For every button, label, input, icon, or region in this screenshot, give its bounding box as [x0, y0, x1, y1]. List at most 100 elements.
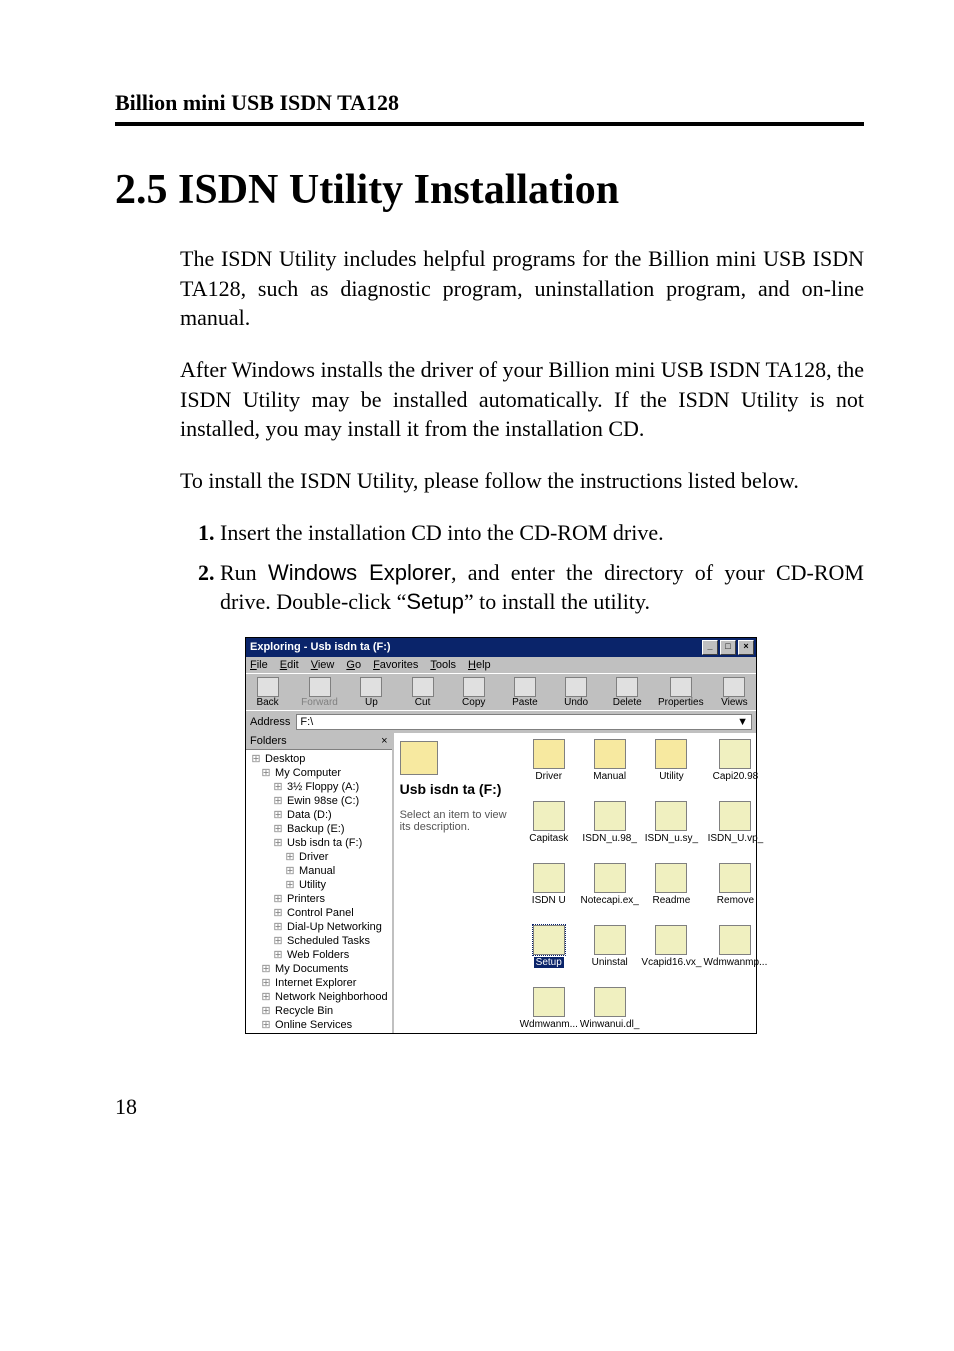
tree-expand-icon[interactable]: ⊞	[260, 1018, 272, 1032]
toolbar-label: Back	[256, 697, 278, 708]
tree-item[interactable]: ⊞ Recycle Bin	[250, 1004, 388, 1018]
tree-close-icon[interactable]: ×	[381, 735, 387, 747]
tree-item[interactable]: ⊞ Control Panel	[250, 906, 388, 920]
file-name: Vcapid16.vx_	[641, 957, 701, 968]
tree-item[interactable]: ⊞ My Documents	[250, 962, 388, 976]
file-item[interactable]: Capi20.98	[703, 739, 767, 797]
toolbar-cut-button[interactable]: Cut	[405, 677, 440, 708]
file-item[interactable]: Remove	[703, 863, 767, 921]
tree-expand-icon[interactable]: ⊞	[260, 976, 272, 990]
toolbar-delete-button[interactable]: Delete	[610, 677, 645, 708]
tree-item[interactable]: ⊞ Driver	[250, 850, 388, 864]
tree-expand-icon[interactable]: ⊞	[272, 808, 284, 822]
file-item[interactable]: Wdmwanmp...	[703, 925, 767, 983]
menu-item-tools[interactable]: Tools	[430, 659, 456, 671]
file-name: Winwanui.dl_	[580, 1019, 639, 1030]
file-item[interactable]: ISDN_U.vp_	[703, 801, 767, 859]
tree-item[interactable]: ⊞ Usb isdn ta (F:)	[250, 836, 388, 850]
file-item[interactable]: Utility	[641, 739, 701, 797]
file-item[interactable]: Wdmwanm...	[520, 987, 578, 1045]
tree-expand-icon[interactable]: ⊞	[284, 878, 296, 892]
file-item[interactable]: Readme	[641, 863, 701, 921]
tree-expand-icon[interactable]: ⊞	[272, 906, 284, 920]
tree-item[interactable]: ⊞ Scheduled Tasks	[250, 934, 388, 948]
tree-expand-icon[interactable]: ⊞	[284, 864, 296, 878]
tree-item[interactable]: ⊞ Dial-Up Networking	[250, 920, 388, 934]
explorer-window: Exploring - Usb isdn ta (F:) _ □ × File E…	[245, 637, 757, 1034]
file-item[interactable]: Notecapi.ex_	[580, 863, 639, 921]
file-item[interactable]: Manual	[580, 739, 639, 797]
tree-item[interactable]: ⊞ Ewin 98se (C:)	[250, 794, 388, 808]
file-icon	[719, 925, 751, 955]
cut-icon	[412, 677, 434, 697]
tree-item[interactable]: ⊞ Data (D:)	[250, 808, 388, 822]
menu-item-go[interactable]: Go	[346, 659, 361, 671]
toolbar-properties-button[interactable]: Properties	[661, 677, 701, 708]
paragraph-3: To install the ISDN Utility, please foll…	[180, 466, 864, 496]
tree-expand-icon[interactable]: ⊞	[272, 836, 284, 850]
tree-expand-icon[interactable]: ⊞	[272, 794, 284, 808]
tree-item[interactable]: ⊞ Manual	[250, 864, 388, 878]
file-item[interactable]: ISDN U	[520, 863, 578, 921]
tree-expand-icon[interactable]: ⊞	[272, 822, 284, 836]
toolbar-up-button[interactable]: Up	[354, 677, 389, 708]
address-input[interactable]: F:\ ▼	[296, 714, 752, 730]
file-item[interactable]: Capitask	[520, 801, 578, 859]
window-title: Exploring - Usb isdn ta (F:)	[250, 641, 700, 653]
step-2-setup: Setup	[406, 589, 464, 614]
toolbar: Back Forward Up Cut Copy Paste Undo Delete Prope…	[246, 673, 756, 710]
file-name: Wdmwanmp...	[703, 957, 767, 968]
close-button[interactable]: ×	[738, 640, 754, 655]
tree-item[interactable]: ⊞ My Computer	[250, 766, 388, 780]
maximize-button[interactable]: □	[720, 640, 736, 655]
address-dropdown-icon[interactable]: ▼	[737, 716, 748, 728]
tree-expand-icon[interactable]: ⊞	[272, 948, 284, 962]
tree-expand-icon[interactable]: ⊞	[272, 892, 284, 906]
tree-expand-icon[interactable]: ⊞	[272, 920, 284, 934]
tree-item[interactable]: ⊞ Printers	[250, 892, 388, 906]
tree-expand-icon[interactable]: ⊞	[260, 766, 272, 780]
tree-expand-icon[interactable]: ⊞	[260, 1004, 272, 1018]
menu-item-file[interactable]: File	[250, 659, 268, 671]
tree-item[interactable]: ⊞ Backup (E:)	[250, 822, 388, 836]
menu-item-help[interactable]: Help	[468, 659, 491, 671]
file-item[interactable]: Uninstal	[580, 925, 639, 983]
file-item[interactable]: Driver	[520, 739, 578, 797]
file-item[interactable]: ISDN_u.98_	[580, 801, 639, 859]
toolbar-undo-button[interactable]: Undo	[558, 677, 593, 708]
forward-icon	[309, 677, 331, 697]
menu-item-view[interactable]: View	[311, 659, 335, 671]
tree-expand-icon[interactable]: ⊞	[272, 934, 284, 948]
tree-item[interactable]: ⊞ Utility	[250, 878, 388, 892]
menu-item-edit[interactable]: Edit	[280, 659, 299, 671]
tree-item[interactable]: ⊞ Web Folders	[250, 948, 388, 962]
file-item[interactable]: Winwanui.dl_	[580, 987, 639, 1045]
toolbar-label: Cut	[415, 697, 431, 708]
tree-expand-icon[interactable]: ⊞	[284, 850, 296, 864]
tree-item[interactable]: ⊞ Internet Explorer	[250, 976, 388, 990]
tree-item[interactable]: ⊞ 3½ Floppy (A:)	[250, 780, 388, 794]
file-item-setup[interactable]: Setup	[520, 925, 578, 983]
selection-hint: Select an item to view its description.	[400, 809, 510, 833]
file-item[interactable]: ISDN_u.sy_	[641, 801, 701, 859]
tree-expand-icon[interactable]: ⊞	[260, 990, 272, 1004]
menu-item-favorites[interactable]: Favorites	[373, 659, 418, 671]
toolbar-copy-button[interactable]: Copy	[456, 677, 491, 708]
file-item[interactable]: Vcapid16.vx_	[641, 925, 701, 983]
tree-item[interactable]: ⊞ Desktop	[250, 752, 388, 766]
tree-item[interactable]: ⊞ Online Services	[250, 1018, 388, 1032]
toolbar-paste-button[interactable]: Paste	[507, 677, 542, 708]
window-titlebar[interactable]: Exploring - Usb isdn ta (F:) _ □ ×	[246, 638, 756, 657]
page-number: 18	[115, 1094, 864, 1120]
file-name: Utility	[659, 771, 683, 782]
back-icon	[257, 677, 279, 697]
tree-expand-icon[interactable]: ⊞	[260, 962, 272, 976]
file-name: ISDN_u.sy_	[645, 833, 698, 844]
toolbar-views-button[interactable]: Views	[717, 677, 752, 708]
minimize-button[interactable]: _	[702, 640, 718, 655]
toolbar-forward-button: Forward	[301, 677, 338, 708]
toolbar-back-button[interactable]: Back	[250, 677, 285, 708]
tree-expand-icon[interactable]: ⊞	[250, 752, 262, 766]
tree-expand-icon[interactable]: ⊞	[272, 780, 284, 794]
tree-item[interactable]: ⊞ Network Neighborhood	[250, 990, 388, 1004]
